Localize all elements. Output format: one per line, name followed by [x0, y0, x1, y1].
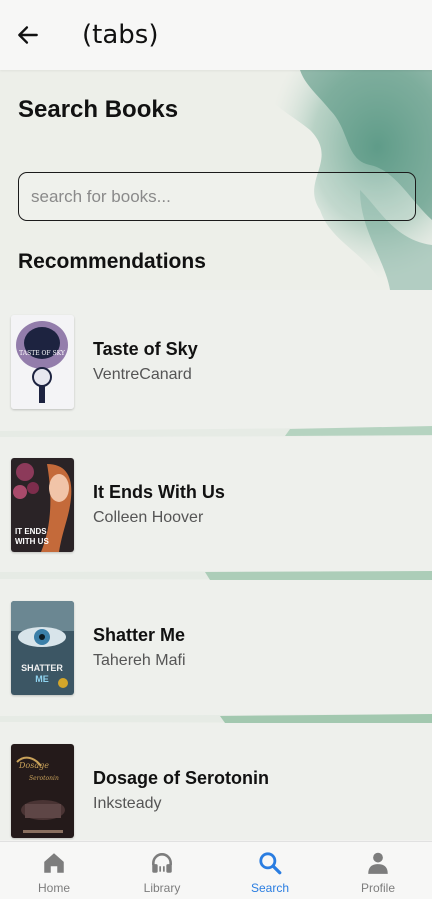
tab-home[interactable]: Home — [0, 842, 108, 899]
book-row[interactable]: TASTE OF SKY Taste of Sky VentreCanard — [0, 290, 432, 437]
book-row[interactable]: IT ENDS WITH US It Ends With Us Colleen … — [0, 433, 432, 580]
tab-label: Profile — [360, 881, 395, 895]
book-cover: TASTE OF SKY — [11, 314, 74, 409]
book-title: Shatter Me — [93, 625, 186, 645]
book-row[interactable]: SHATTER ME Shatter Me Tahereh Mafi — [0, 576, 432, 723]
book-author: Colleen Hoover — [93, 509, 204, 526]
header-title: (tabs) — [82, 20, 159, 50]
headphones-icon — [152, 853, 172, 873]
book-cover: IT ENDS WITH US — [11, 457, 74, 552]
person-icon — [368, 852, 388, 874]
arrow-left-icon — [18, 26, 38, 44]
book-author: VentreCanard — [93, 366, 192, 383]
search-input[interactable] — [31, 186, 415, 207]
app-header: (tabs) — [0, 0, 432, 70]
book-title: Taste of Sky — [93, 339, 198, 359]
bottom-tab-bar: Home Library Search Profile — [0, 841, 432, 899]
svg-text:SHATTER: SHATTER — [21, 663, 63, 673]
book-cover: SHATTER ME — [11, 600, 74, 695]
svg-text:TASTE OF SKY: TASTE OF SKY — [19, 350, 66, 357]
svg-text:ME: ME — [35, 674, 49, 684]
tab-label: Library — [143, 881, 181, 895]
tab-library[interactable]: Library — [108, 842, 216, 899]
book-cover: Dosage Serotonin — [11, 743, 74, 838]
home-icon — [44, 853, 64, 873]
book-row[interactable]: Dosage Serotonin Dosage of Serotonin Ink… — [0, 719, 432, 840]
tab-label: Search — [250, 881, 290, 895]
book-title: It Ends With Us — [93, 482, 225, 502]
back-button[interactable] — [0, 0, 56, 70]
svg-text:WITH US: WITH US — [15, 537, 49, 546]
search-box[interactable] — [18, 172, 416, 221]
tab-label: Home — [37, 881, 70, 895]
search-icon — [259, 852, 282, 875]
tab-search[interactable]: Search — [216, 842, 324, 899]
tab-profile[interactable]: Profile — [324, 842, 432, 899]
svg-text:Serotonin: Serotonin — [29, 775, 59, 782]
book-title: Dosage of Serotonin — [93, 768, 270, 788]
book-author: Inksteady — [93, 795, 162, 812]
page-title: Search Books — [18, 96, 179, 123]
book-author: Tahereh Mafi — [93, 652, 186, 669]
recommendations-title: Recommendations — [18, 250, 206, 273]
svg-text:Dosage: Dosage — [18, 761, 49, 770]
book-list[interactable]: TASTE OF SKY Taste of Sky VentreCanard I… — [0, 290, 432, 840]
svg-text:IT ENDS: IT ENDS — [15, 527, 47, 536]
